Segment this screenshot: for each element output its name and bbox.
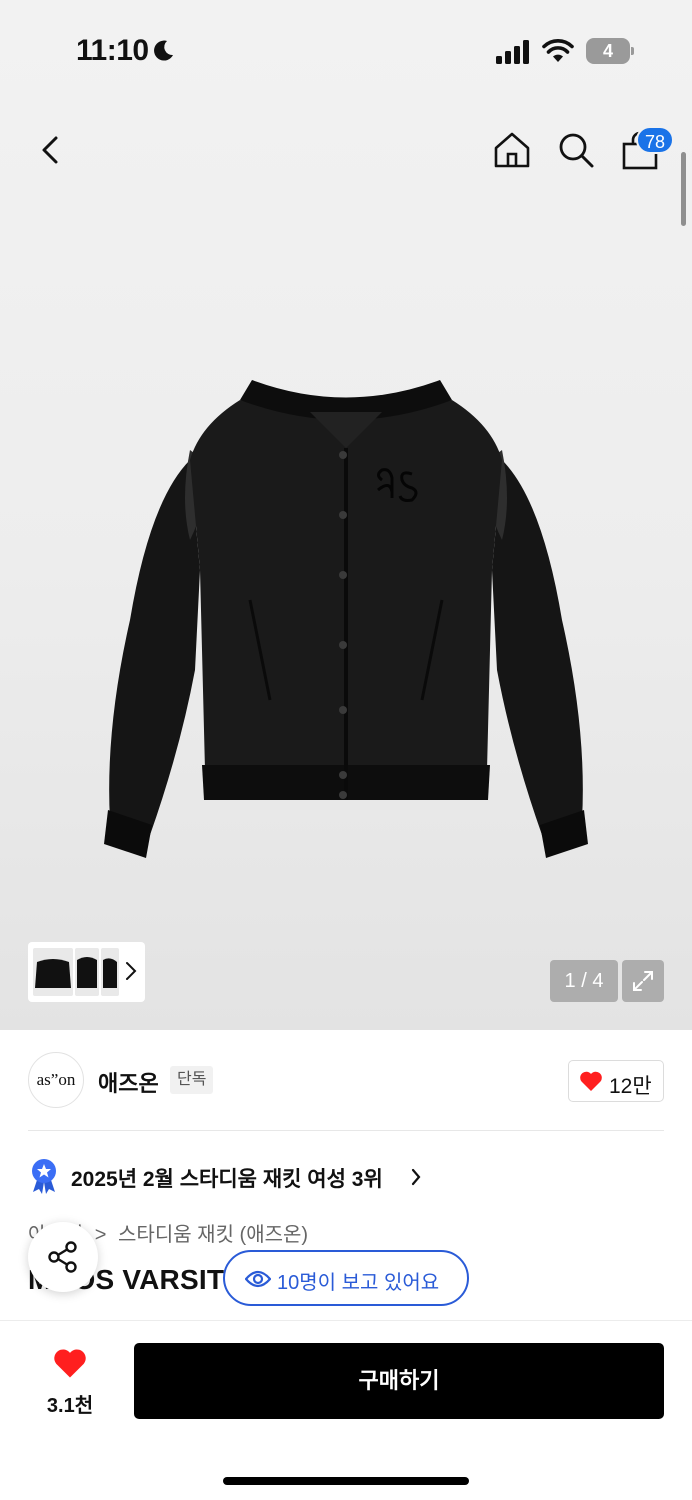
buy-button[interactable]: 구매하기	[134, 1343, 664, 1419]
home-indicator	[223, 1477, 469, 1485]
cart-count-badge: 78	[636, 126, 674, 154]
thumbnail-strip[interactable]	[28, 942, 145, 1002]
chevron-right-icon	[411, 1168, 421, 1186]
chevron-right-icon[interactable]	[124, 960, 138, 982]
viewers-text: 10명이 보고 있어요	[277, 1272, 440, 1294]
status-bar: 11:10 4	[0, 0, 692, 100]
home-icon[interactable]	[492, 130, 532, 170]
signal-icon	[496, 40, 529, 64]
search-icon[interactable]	[556, 130, 596, 170]
heart-icon[interactable]	[52, 1347, 88, 1379]
expand-icon	[633, 971, 653, 991]
product-image[interactable]	[90, 370, 602, 860]
bottom-action-bar: 3.1천 구매하기	[0, 1320, 692, 1500]
thumbnail-3[interactable]	[101, 948, 119, 996]
viewers-pill: 10명이 보고 있어요	[223, 1250, 469, 1306]
status-time: 11:10	[76, 34, 149, 67]
battery-icon: 4	[586, 38, 634, 64]
ranking-text: 2025년 2월 스타디움 재킷 여성 3위	[71, 1168, 383, 1191]
rank-medal-icon	[32, 1159, 56, 1194]
divider	[28, 1130, 664, 1131]
share-button[interactable]	[28, 1222, 98, 1292]
image-counter: 1 / 4	[550, 960, 618, 1002]
breadcrumb-current[interactable]: 스타디움 재킷 (애즈온)	[118, 1224, 308, 1246]
expand-button[interactable]	[622, 960, 664, 1002]
brand-row: as”on 애즈온 단독 12만	[0, 1050, 692, 1114]
heart-icon	[580, 1071, 602, 1091]
top-nav: 78	[0, 110, 692, 190]
brand-like-count: 12만	[609, 1075, 652, 1098]
ranking-link[interactable]: 2025년 2월 스타디움 재킷 여성 3위	[28, 1158, 664, 1194]
moon-icon	[154, 40, 173, 61]
wifi-icon	[542, 39, 574, 62]
scroll-indicator	[681, 152, 686, 226]
thumbnail-1[interactable]	[33, 948, 73, 996]
battery-level: 4	[586, 38, 630, 64]
back-icon[interactable]	[34, 130, 66, 170]
eye-icon	[245, 1270, 271, 1288]
exclusive-tag: 단독	[170, 1066, 214, 1094]
thumbnail-2[interactable]	[75, 948, 99, 996]
wish-count: 3.1천	[46, 1395, 94, 1417]
brand-name[interactable]: 애즈온	[98, 1066, 159, 1098]
brand-logo[interactable]: as”on	[28, 1052, 84, 1108]
brand-like-button[interactable]: 12만	[568, 1060, 664, 1102]
breadcrumb-separator: >	[94, 1224, 107, 1246]
share-icon	[48, 1241, 77, 1273]
